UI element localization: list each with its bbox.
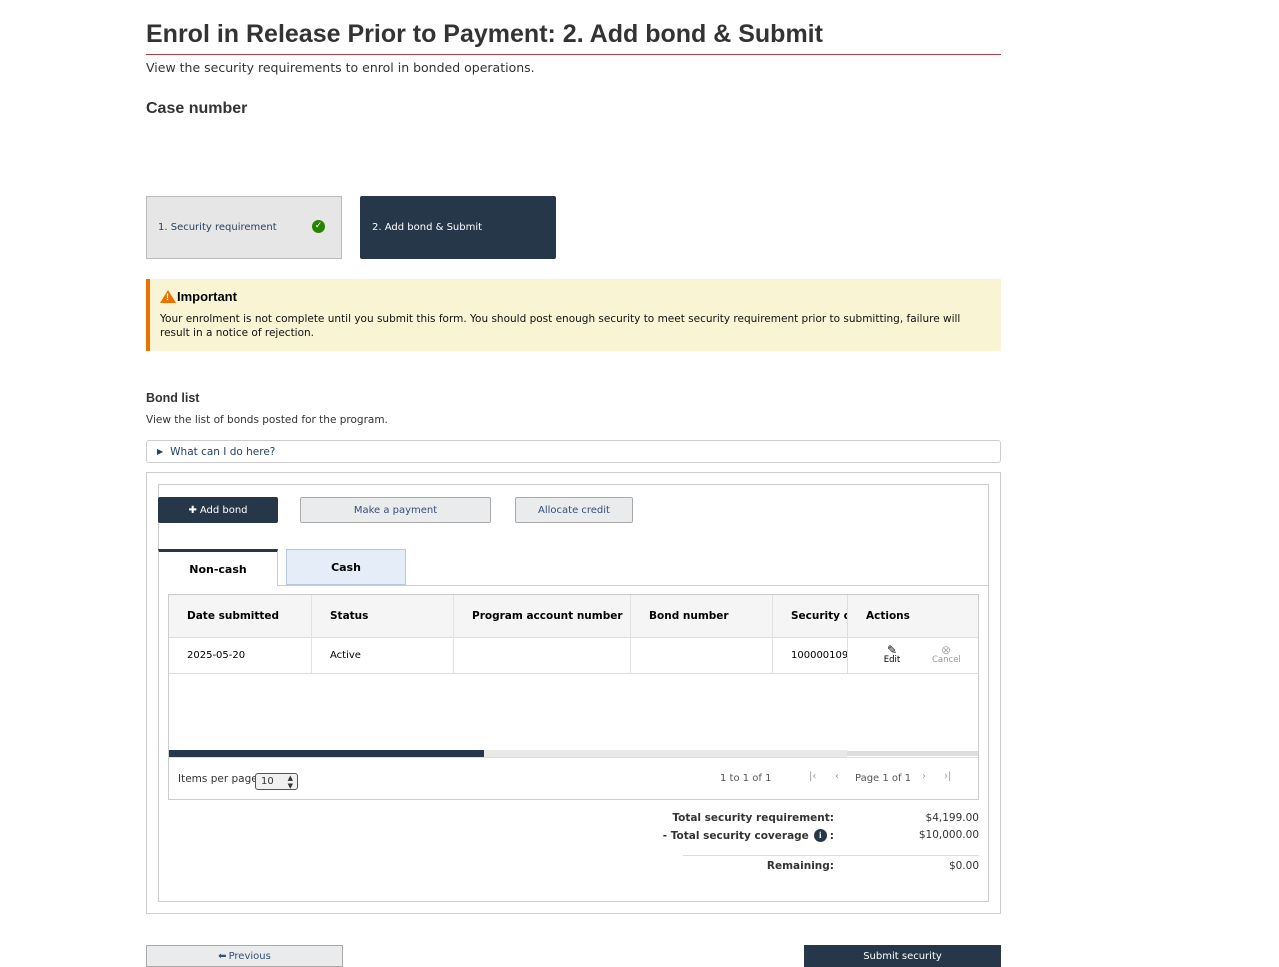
page-subtitle: View the security requirements to enrol … [146, 60, 535, 75]
last-page-icon[interactable]: ›| [944, 771, 951, 782]
items-per-page-select[interactable]: 10 ▲ ▼ [255, 773, 298, 790]
case-number-label: Case number [146, 100, 248, 117]
info-icon[interactable]: i [813, 829, 827, 842]
next-page-icon[interactable]: › [922, 771, 926, 782]
remaining-label: Remaining: [766, 860, 834, 872]
pager-range: 1 to 1 of 1 [720, 773, 772, 784]
check-circle-icon: ✓ [312, 220, 325, 233]
bond-list-title: Bond list [146, 391, 200, 405]
column-divider [453, 595, 454, 674]
total-coverage-value: $10,000.00 [918, 829, 979, 841]
column-header-actions: Actions [847, 595, 978, 638]
table-cell-status: Active [312, 638, 454, 674]
table-cell-bond-number [631, 638, 773, 674]
totals-divider [683, 855, 979, 856]
alert-heading: Important [177, 289, 237, 304]
step-label: 2. Add bond & Submit [372, 222, 483, 233]
total-coverage-row: - Total security coverage i : [662, 829, 834, 842]
important-alert: ! Important Your enrolment is not comple… [146, 279, 1001, 351]
table-pager: Items per page: 10 ▲ ▼ 1 to 1 of 1 |‹ ‹ P… [169, 757, 978, 799]
submit-security-button[interactable]: Submit security [804, 945, 1001, 967]
previous-page-icon[interactable]: ‹ [835, 771, 839, 782]
arrow-left-icon: ⬅ [218, 950, 227, 962]
make-payment-button[interactable]: Make a payment [300, 497, 491, 523]
details-summary: What can I do here? [170, 445, 276, 458]
table-cell-program-account [454, 638, 631, 674]
step-label: 1. Security requirement [158, 222, 277, 233]
scrollbar-thumb[interactable] [169, 750, 484, 757]
close-circle-icon: ⊗ [940, 643, 952, 657]
warning-icon: ! [160, 290, 176, 303]
step-security-requirement[interactable]: 1. Security requirement ✓ [146, 196, 342, 259]
tab-cash[interactable]: Cash [286, 549, 406, 585]
remaining-value: $0.00 [948, 860, 979, 872]
items-per-page-label: Items per page: [178, 773, 262, 785]
tab-panel-border [158, 585, 989, 586]
cancel-bond-button[interactable]: ⊗ Cancel [932, 643, 961, 665]
triangle-right-icon: ▶ [157, 447, 164, 456]
column-header-program-account[interactable]: Program account number [454, 595, 631, 638]
total-coverage-label: - Total security coverage [662, 829, 809, 842]
pencil-icon: ✎ [886, 643, 898, 657]
alert-body: Your enrolment is not complete until you… [160, 313, 961, 339]
table-cell-security: 1000001097 [773, 638, 847, 674]
previous-button[interactable]: ⬅ Previous [146, 945, 343, 967]
column-divider [772, 595, 773, 674]
help-details-toggle[interactable]: ▶ What can I do here? [146, 440, 1001, 463]
column-header-security[interactable]: Security de [773, 595, 847, 638]
column-header-date[interactable]: Date submitted [169, 595, 312, 638]
bond-list-description: View the list of bonds posted for the pr… [146, 414, 388, 426]
column-divider [311, 595, 312, 674]
add-bond-button[interactable]: ✚ Add bond [158, 497, 278, 523]
edit-bond-button[interactable]: ✎ Edit [883, 643, 901, 665]
plus-icon: ✚ [188, 504, 197, 516]
column-divider [630, 595, 631, 674]
allocate-credit-button[interactable]: Allocate credit [515, 497, 633, 523]
page-indicator: Page 1 of 1 [855, 773, 912, 784]
page-title: Enrol in Release Prior to Payment: 2. Ad… [146, 18, 1001, 55]
tab-non-cash[interactable]: Non-cash [158, 549, 278, 586]
column-header-bond-number[interactable]: Bond number [631, 595, 773, 638]
step-add-bond-submit[interactable]: 2. Add bond & Submit [360, 196, 556, 259]
bond-table: Date submitted Status Program account nu… [168, 594, 979, 800]
table-cell-date: 2025-05-20 [169, 638, 312, 674]
total-requirement-label: Total security requirement: [672, 812, 834, 824]
total-requirement-value: $4,199.00 [925, 812, 979, 824]
column-header-status[interactable]: Status [312, 595, 454, 638]
first-page-icon[interactable]: |‹ [809, 771, 816, 782]
scrollbar-track-pinned [847, 751, 978, 756]
select-arrows-icon: ▲ ▼ [287, 774, 293, 790]
